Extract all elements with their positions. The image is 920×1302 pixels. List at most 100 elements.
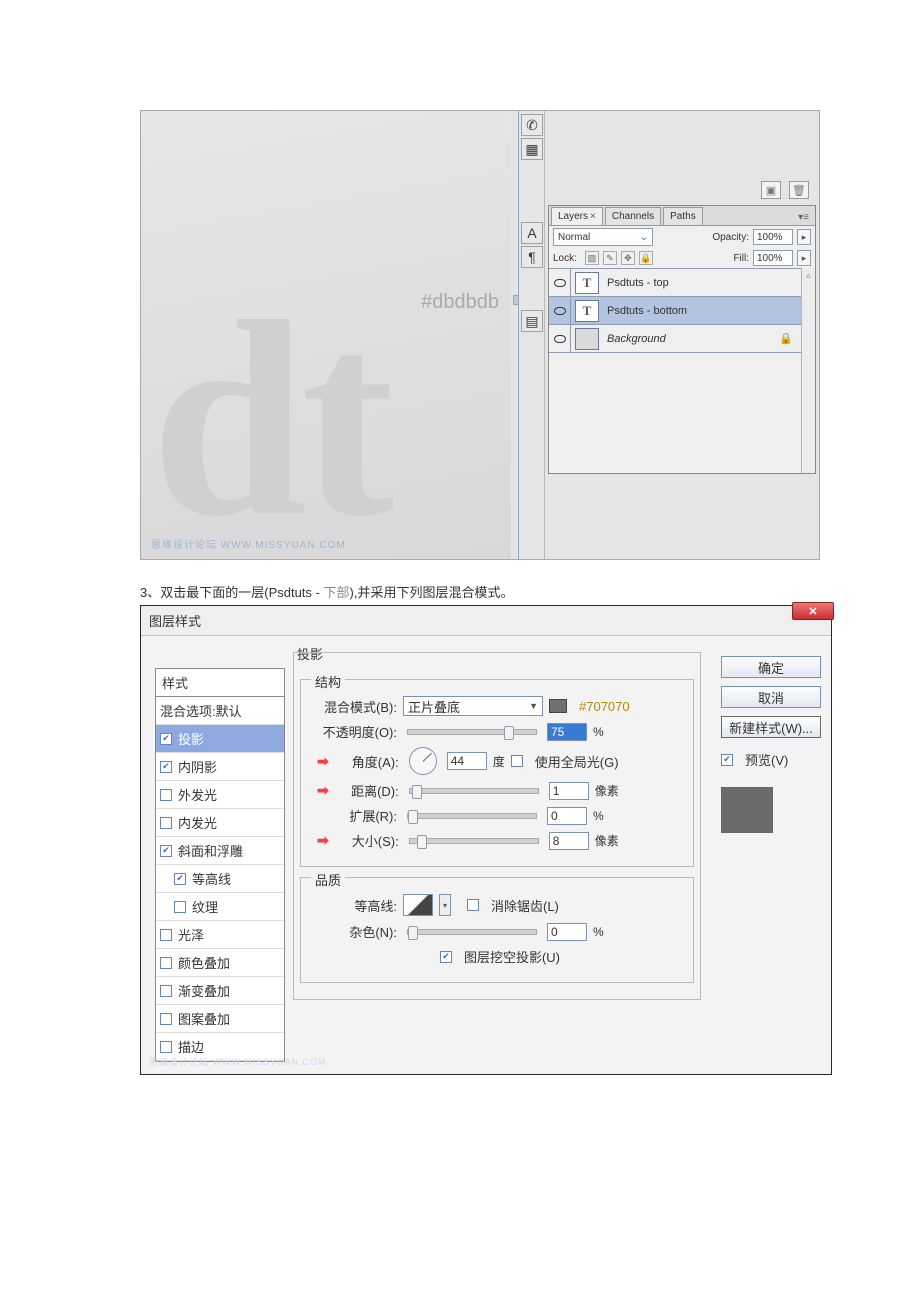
tool-column: ✆ ▦ A ¶ ▤ — [519, 111, 545, 559]
checkbox[interactable] — [160, 789, 172, 801]
contour-dropdown-icon[interactable]: ▾ — [439, 894, 451, 916]
slider-thumb[interactable] — [408, 926, 418, 940]
blend-mode-select[interactable]: Normal ⌄ — [553, 228, 653, 246]
cancel-button[interactable]: 取消 — [721, 686, 821, 708]
tab-paths[interactable]: Paths — [663, 207, 703, 225]
knockout-checkbox[interactable] — [440, 951, 452, 963]
angle-unit: 度 — [493, 753, 505, 770]
tool-list-icon[interactable]: ▤ — [521, 310, 543, 332]
slider-thumb[interactable] — [408, 810, 418, 824]
angle-dial[interactable] — [409, 747, 437, 775]
tab-layers[interactable]: Layers× — [551, 207, 603, 225]
angle-label: 角度(A): — [339, 752, 399, 771]
checkbox[interactable] — [160, 985, 172, 997]
checkbox[interactable] — [160, 733, 172, 745]
size-input[interactable]: 8 — [549, 832, 589, 850]
lock-position-icon[interactable]: ✥ — [621, 251, 635, 265]
preview-checkbox[interactable] — [721, 754, 733, 766]
caption-num: 3、 — [140, 585, 160, 600]
distance-input[interactable]: 1 — [549, 782, 589, 800]
panel-menu-icon[interactable]: ▾≡ — [794, 210, 813, 225]
fill-flyout-icon[interactable]: ▸ — [797, 250, 811, 266]
layer-row[interactable]: Background 🔒 — [549, 325, 801, 353]
style-item-bevel[interactable]: 斜面和浮雕 — [156, 837, 284, 865]
opacity-input[interactable]: 100% — [753, 229, 793, 245]
visibility-toggle[interactable] — [549, 325, 571, 352]
slider-thumb[interactable] — [412, 785, 422, 799]
antialias-checkbox[interactable] — [467, 899, 479, 911]
style-label: 投影 — [178, 729, 204, 748]
noise-input[interactable]: 0 — [547, 923, 587, 941]
style-item-contour[interactable]: 等高线 — [156, 865, 284, 893]
style-label: 渐变叠加 — [178, 981, 230, 1000]
style-item-outerglow[interactable]: 外发光 — [156, 781, 284, 809]
new-style-button[interactable]: 新建样式(W)... — [721, 716, 821, 738]
tool-text-icon[interactable]: A — [521, 222, 543, 244]
close-button[interactable]: ✕ — [792, 602, 834, 620]
style-item-satin[interactable]: 光泽 — [156, 921, 284, 949]
panel-trash-icon[interactable]: 🗑 — [789, 181, 809, 199]
spread-slider[interactable] — [407, 813, 537, 819]
style-item-blend-default[interactable]: 混合选项:默认 — [156, 697, 284, 725]
visibility-toggle[interactable] — [549, 297, 571, 324]
layer-row[interactable]: T Psdtuts - top — [549, 269, 801, 297]
arrow-icon: ➡ — [317, 832, 329, 849]
opacity-input[interactable]: 75 — [547, 723, 587, 741]
visibility-toggle[interactable] — [549, 269, 571, 296]
blend-mode-dropdown[interactable]: 正片叠底 ▼ — [403, 696, 543, 716]
style-item-patternoverlay[interactable]: 图案叠加 — [156, 1005, 284, 1033]
checkbox[interactable] — [160, 1013, 172, 1025]
layer-row[interactable]: T Psdtuts - bottom — [549, 297, 801, 325]
styles-header: 样式 — [156, 669, 284, 697]
checkbox[interactable] — [174, 901, 186, 913]
checkbox[interactable] — [174, 873, 186, 885]
caption-c: ),并采用下列图层混合模式。 — [350, 585, 514, 600]
layer-name: Background — [603, 333, 666, 345]
style-item-innerglow[interactable]: 内发光 — [156, 809, 284, 837]
opacity-flyout-icon[interactable]: ▸ — [797, 229, 811, 245]
checkbox[interactable] — [160, 929, 172, 941]
panel-options-icon[interactable]: ▣ — [761, 181, 781, 199]
noise-slider[interactable] — [407, 929, 537, 935]
checkbox[interactable] — [160, 957, 172, 969]
scroll-up-icon[interactable]: ▵ — [802, 268, 815, 282]
lock-pixels-icon[interactable]: ✎ — [603, 251, 617, 265]
contour-swatch[interactable] — [403, 894, 433, 916]
slider-thumb[interactable] — [504, 726, 514, 740]
scrollbar[interactable]: ▵ — [801, 268, 815, 473]
checkbox[interactable] — [160, 845, 172, 857]
angle-input[interactable]: 44 — [447, 752, 487, 770]
lock-all-icon[interactable]: 🔒 — [639, 251, 653, 265]
tool-icon-2[interactable]: ▦ — [521, 138, 543, 160]
spread-input[interactable]: 0 — [547, 807, 587, 825]
color-swatch[interactable] — [549, 699, 567, 713]
blend-mode-label: 混合模式(B): — [317, 697, 397, 716]
close-icon[interactable]: × — [590, 211, 596, 222]
watermark: 思缘设计论坛 WWW.MISSYUAN.COM — [149, 1055, 327, 1068]
arrow-icon: ➡ — [317, 753, 329, 770]
checkbox[interactable] — [160, 1041, 172, 1053]
tool-icon-1[interactable]: ✆ — [521, 114, 543, 136]
fill-input[interactable]: 100% — [753, 250, 793, 266]
opacity-slider[interactable] — [407, 729, 537, 735]
style-item-coloroverlay[interactable]: 颜色叠加 — [156, 949, 284, 977]
separator-handle-icon[interactable] — [513, 295, 519, 305]
tab-channels[interactable]: Channels — [605, 207, 661, 225]
checkbox[interactable] — [160, 761, 172, 773]
style-item-gradientoverlay[interactable]: 渐变叠加 — [156, 977, 284, 1005]
opacity-label: 不透明度(O): — [317, 722, 397, 741]
slider-thumb[interactable] — [417, 835, 427, 849]
global-light-checkbox[interactable] — [511, 755, 523, 767]
spread-label: 扩展(R): — [317, 806, 397, 825]
style-item-dropshadow[interactable]: 投影 — [156, 725, 284, 753]
distance-slider[interactable] — [409, 788, 539, 794]
tool-paragraph-icon[interactable]: ¶ — [521, 246, 543, 268]
watermark: 思缘设计论坛 WWW.MISSYUAN.COM — [151, 536, 346, 551]
style-item-texture[interactable]: 纹理 — [156, 893, 284, 921]
size-slider[interactable] — [409, 838, 539, 844]
arrow-icon: ➡ — [317, 782, 329, 799]
style-item-innershadow[interactable]: 内阴影 — [156, 753, 284, 781]
checkbox[interactable] — [160, 817, 172, 829]
lock-transparency-icon[interactable]: ▧ — [585, 251, 599, 265]
ok-button[interactable]: 确定 — [721, 656, 821, 678]
